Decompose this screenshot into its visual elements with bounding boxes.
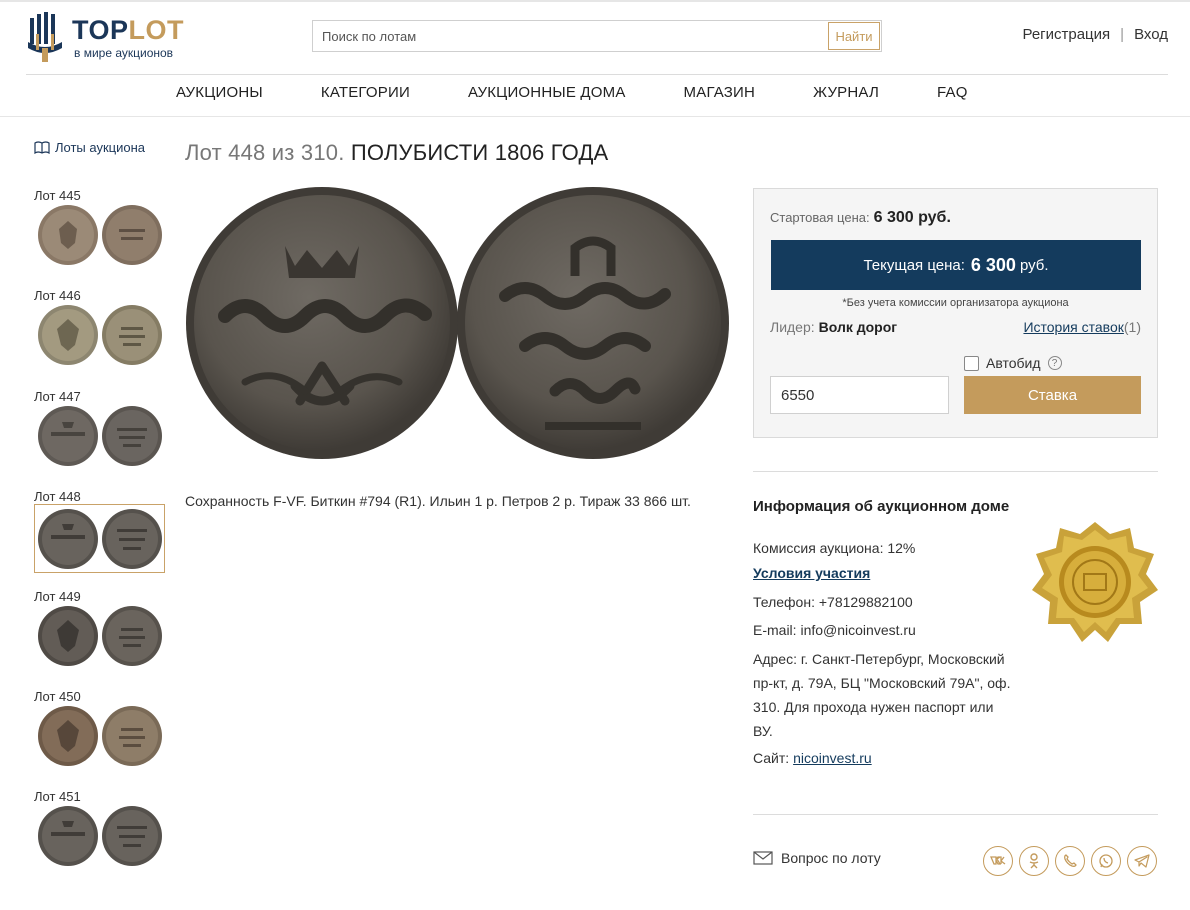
auction-lots-label: Лоты аукциона [55, 140, 146, 155]
leader-label: Лидер: [770, 319, 815, 335]
login-link[interactable]: Вход [1134, 26, 1168, 43]
ask-question-label: Вопрос по лоту [781, 850, 881, 866]
bid-history-link[interactable]: История ставок [1023, 319, 1123, 335]
nav-journal[interactable]: ЖУРНАЛ [813, 84, 879, 108]
search-bar: Найти [312, 20, 882, 52]
sidebar-lot-label: Лот 449 [34, 589, 81, 604]
sidebar-lot-label: Лот 447 [34, 389, 81, 404]
house-info-title: Информация об аукционном доме [753, 498, 1010, 515]
house-terms: Условия участия [753, 563, 870, 583]
main-nav: АУКЦИОНЫ КАТЕГОРИИ АУКЦИОННЫЕ ДОМА МАГАЗ… [176, 84, 1026, 108]
header-bottom-border [0, 116, 1190, 117]
auth-links: Регистрация | Вход [1022, 26, 1168, 43]
viber-icon[interactable] [1055, 846, 1085, 876]
sidebar-lot-449[interactable]: Лот 449 [34, 589, 165, 666]
leader: Лидер: Волк дорог [770, 319, 897, 335]
sidebar-lot-447[interactable]: Лот 447 [34, 389, 165, 466]
site-header: TOPLOT в мире аукционов Найти Регистраци… [0, 0, 1190, 117]
email-link[interactable]: info@nicoinvest.ru [800, 622, 915, 638]
logo-tagline: в мире аукционов [74, 46, 174, 60]
autobid-toggle: Автобид ? [964, 355, 1062, 371]
sidebar-lot-451[interactable]: Лот 451 [34, 789, 165, 866]
nav-auction-houses[interactable]: АУКЦИОННЫЕ ДОМА [468, 84, 626, 108]
site-label: Сайт: [753, 750, 790, 766]
lot-thumbnail [38, 205, 162, 265]
lot-thumbnail [38, 606, 162, 666]
search-input[interactable] [313, 21, 829, 51]
nav-faq[interactable]: FAQ [937, 84, 968, 108]
commission-note: *Без учета комиссии организатора аукцион… [842, 297, 1069, 309]
autobid-label: Автобид [986, 355, 1041, 371]
auth-separator: | [1120, 26, 1125, 43]
lot-number: Лот 448 из 310. [185, 140, 345, 165]
sidebar-lot-450[interactable]: Лот 450 [34, 689, 165, 766]
search-button[interactable]: Найти [828, 22, 880, 50]
house-phone: Телефон: +78129882100 [753, 592, 913, 612]
envelope-icon [753, 851, 773, 865]
lot-thumbnail [38, 509, 162, 569]
sidebar-lot-label: Лот 446 [34, 288, 81, 303]
sidebar-lot-446[interactable]: Лот 446 [34, 288, 165, 365]
current-price-bar: Текущая цена: 6 300 руб. [771, 240, 1141, 290]
site-link[interactable]: nicoinvest.ru [793, 750, 872, 766]
current-price-unit: руб. [1019, 256, 1049, 274]
whatsapp-icon[interactable] [1091, 846, 1121, 876]
bid-history-count: (1) [1123, 319, 1141, 335]
logo-mark-icon [28, 12, 62, 62]
lot-description: Сохранность F-VF. Биткин #794 (R1). Ильи… [185, 493, 691, 509]
house-site: Сайт: nicoinvest.ru [753, 748, 872, 768]
lot-name: ПОЛУБИСТИ 1806 ГОДА [350, 140, 609, 165]
lot-thumbnail [38, 406, 162, 466]
ask-question-link[interactable]: Вопрос по лоту [753, 850, 881, 866]
auction-house-logo[interactable] [1030, 520, 1160, 645]
lot-thumbnail [38, 706, 162, 766]
leader-value: Волк дорог [818, 319, 898, 335]
phone-value: +78129882100 [818, 594, 913, 610]
sidebar-lot-label: Лот 450 [34, 689, 81, 704]
house-commission: Комиссия аукциона: 12% [753, 540, 916, 556]
sidebar-lot-label: Лот 445 [34, 188, 81, 203]
bid-amount-input[interactable] [770, 376, 949, 414]
terms-link[interactable]: Условия участия [753, 565, 870, 581]
section-divider [753, 814, 1158, 815]
site-logo[interactable]: TOPLOT в мире аукционов [26, 10, 196, 66]
current-price-label: Текущая цена: [863, 256, 965, 274]
nav-categories[interactable]: КАТЕГОРИИ [321, 84, 410, 108]
start-price-label: Стартовая цена: [770, 210, 870, 225]
phone-label: Телефон: [753, 594, 815, 610]
autobid-checkbox[interactable] [964, 355, 979, 371]
logo-text: TOPLOT [72, 15, 185, 45]
section-divider [753, 471, 1158, 472]
social-share [983, 846, 1157, 876]
lot-thumbnail [38, 806, 162, 866]
lot-main-image[interactable] [185, 186, 730, 462]
house-address: Адрес: г. Санкт-Петербург, Московский пр… [753, 651, 1011, 739]
house-email: E-mail: info@nicoinvest.ru [753, 620, 916, 640]
vk-icon[interactable] [983, 846, 1013, 876]
sidebar-lot-label: Лот 451 [34, 789, 81, 804]
telegram-icon[interactable] [1127, 846, 1157, 876]
sidebar-lot-448[interactable]: Лот 448 [34, 489, 165, 573]
book-icon [34, 141, 50, 154]
start-price-value: 6 300 руб. [873, 209, 951, 226]
sidebar-lot-445[interactable]: Лот 445 [34, 188, 165, 265]
help-icon[interactable]: ? [1047, 356, 1062, 370]
bid-panel: Стартовая цена: 6 300 руб. Текущая цена: … [753, 188, 1158, 438]
place-bid-button[interactable]: Ставка [964, 376, 1141, 414]
auction-lots-link[interactable]: Лоты аукциона [34, 140, 145, 155]
current-price-value: 6 300 [970, 254, 1016, 275]
bid-history: История ставок(1) [1023, 319, 1141, 335]
sidebar-lot-label: Лот 448 [34, 489, 81, 504]
lot-thumbnail [38, 305, 162, 365]
start-price: Стартовая цена: 6 300 руб. [770, 209, 951, 227]
email-label: E-mail: [753, 622, 797, 638]
header-divider [26, 74, 1168, 75]
register-link[interactable]: Регистрация [1022, 26, 1110, 43]
lot-title: Лот 448 из 310. ПОЛУБИСТИ 1806 ГОДА [185, 140, 608, 166]
odnoklassniki-icon[interactable] [1019, 846, 1049, 876]
nav-shop[interactable]: МАГАЗИН [684, 84, 756, 108]
nav-auctions[interactable]: АУКЦИОНЫ [176, 84, 263, 108]
